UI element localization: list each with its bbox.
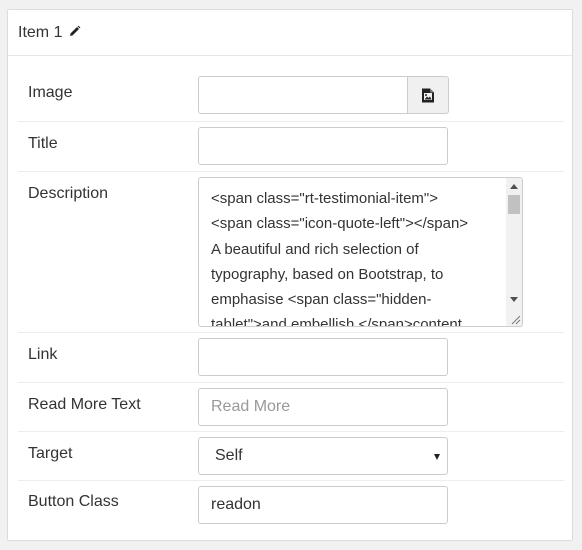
pencil-icon[interactable] [68,25,82,39]
target-row: Target Self [18,432,564,481]
scroll-thumb[interactable] [508,195,520,214]
button-class-input[interactable]: readon [198,486,448,524]
button-class-label: Button Class [28,493,119,510]
image-select-button[interactable] [408,76,449,114]
image-label: Image [28,84,73,101]
description-text: <span class="rt-testimonial-item"> <span… [211,190,469,327]
target-label: Target [28,445,73,462]
description-label: Description [28,185,109,202]
read-more-label: Read More Text [28,396,141,413]
description-row: Description <span class="rt-testimonial-… [18,172,564,333]
scroll-up-arrow-icon[interactable] [510,184,518,189]
target-select[interactable]: Self [198,437,448,475]
button-class-row: Button Class readon [18,481,564,531]
resize-grip-icon[interactable] [509,313,521,325]
panel-header: Item 1 [8,10,572,56]
scroll-down-arrow-icon[interactable] [510,297,518,302]
target-selected-value: Self [215,447,243,464]
link-input[interactable] [198,338,448,376]
image-row: Image [18,72,564,122]
item-panel: Item 1 Image Title Description <span cla… [7,9,573,541]
link-label: Link [28,346,58,363]
description-textarea[interactable]: <span class="rt-testimonial-item"> <span… [198,177,523,327]
read-more-input[interactable]: Read More [198,388,448,426]
image-file-icon [422,88,434,103]
title-row: Title [18,122,564,172]
dropdown-arrow-icon [434,454,440,460]
read-more-row: Read More Text Read More [18,383,564,432]
link-row: Link [18,333,564,383]
panel-title: Item 1 [18,24,63,41]
title-label: Title [28,135,58,152]
image-input[interactable] [198,76,408,114]
textarea-scrollbar[interactable] [506,178,522,326]
title-input[interactable] [198,127,448,165]
